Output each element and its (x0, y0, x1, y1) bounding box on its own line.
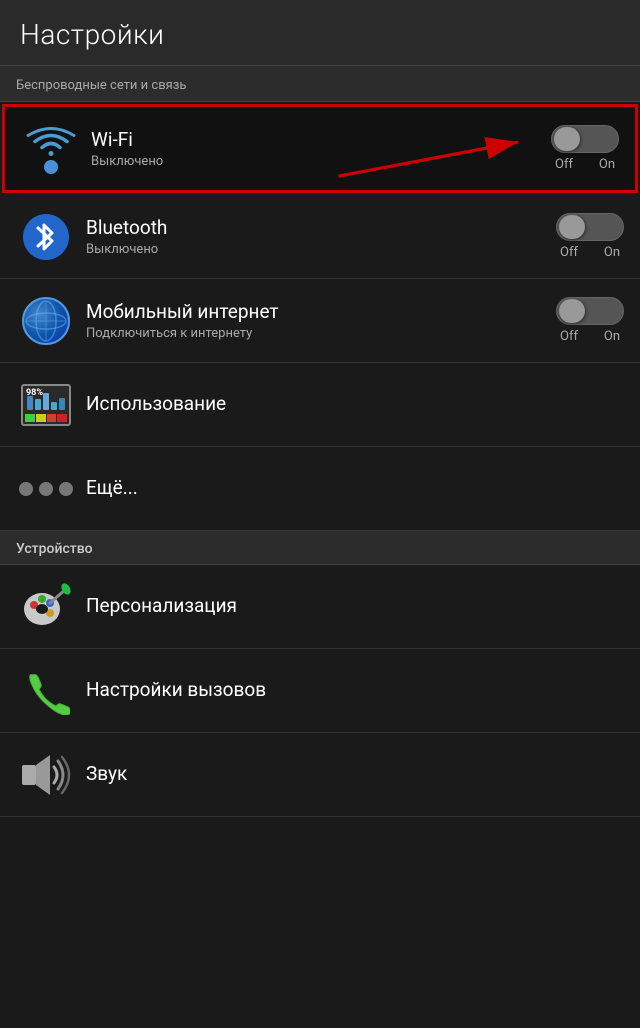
usage-icon-container: 98% (16, 377, 76, 432)
wifi-off-label: Off (555, 157, 573, 172)
mobile-internet-item[interactable]: Мобильный интернет Подключиться к интерн… (0, 279, 640, 363)
wifi-icon (26, 124, 76, 174)
mobile-on-label: On (604, 329, 620, 344)
bluetooth-icon (23, 214, 69, 260)
wireless-header-text: Беспроводные сети и связь (16, 78, 186, 93)
mobile-text-container: Мобильный интернет Подключиться к интерн… (86, 300, 546, 341)
page-title: Настройки (20, 18, 164, 51)
usage-title: Использование (86, 392, 624, 415)
wifi-subtitle: Выключено (91, 154, 541, 169)
personalization-icon-container (16, 579, 76, 634)
wifi-icon-container (21, 121, 81, 176)
mobile-subtitle: Подключиться к интернету (86, 326, 546, 341)
phone-icon (22, 667, 70, 715)
wifi-toggle-labels: Off On (551, 157, 619, 172)
sound-title: Звук (86, 762, 624, 785)
bluetooth-title: Bluetooth (86, 216, 546, 239)
mobile-toggle-switch[interactable] (556, 297, 624, 325)
bluetooth-text-container: Bluetooth Выключено (86, 216, 546, 257)
mobile-title: Мобильный интернет (86, 300, 546, 323)
bluetooth-item[interactable]: Bluetooth Выключено Off On (0, 195, 640, 279)
more-text-container: Ещё... (86, 476, 624, 502)
personalization-title: Персонализация (86, 594, 624, 617)
app-header: Настройки (0, 0, 640, 66)
call-settings-item[interactable]: Настройки вызовов (0, 649, 640, 733)
usage-text-container: Использование (86, 392, 624, 418)
wireless-section-header: Беспроводные сети и связь (0, 66, 640, 102)
usage-item[interactable]: 98% Использование (0, 363, 640, 447)
wifi-title: Wi-Fi (91, 128, 541, 151)
personalization-item[interactable]: Персонализация (0, 565, 640, 649)
bluetooth-subtitle: Выключено (86, 242, 546, 257)
bluetooth-toggle-switch[interactable] (556, 213, 624, 241)
more-title: Ещё... (86, 476, 624, 499)
wifi-text-container: Wi-Fi Выключено (91, 128, 541, 169)
app-container: Настройки Беспроводные сети и связь Wi-F… (0, 0, 640, 817)
personalization-text: Персонализация (86, 594, 624, 620)
call-icon-container (16, 663, 76, 718)
sound-text: Звук (86, 762, 624, 788)
mobile-off-label: Off (560, 329, 578, 344)
bluetooth-icon-container (16, 209, 76, 264)
more-dots-icon (19, 482, 73, 496)
sound-item[interactable]: Звук (0, 733, 640, 817)
more-item[interactable]: Ещё... (0, 447, 640, 531)
call-settings-text: Настройки вызовов (86, 678, 624, 704)
mobile-toggle[interactable]: Off On (556, 297, 624, 344)
bluetooth-off-label: Off (560, 245, 578, 260)
bluetooth-toggle-labels: Off On (556, 245, 624, 260)
wifi-toggle-switch[interactable] (551, 125, 619, 153)
wifi-item[interactable]: Wi-Fi Выключено Off On (2, 104, 638, 193)
globe-icon (22, 297, 70, 345)
mobile-toggle-labels: Off On (556, 329, 624, 344)
wifi-toggle[interactable]: Off On (551, 125, 619, 172)
sound-icon (20, 751, 72, 799)
usage-icon: 98% (21, 384, 71, 426)
bluetooth-on-label: On (604, 245, 620, 260)
wifi-dot (44, 160, 58, 174)
mobile-icon-container (16, 293, 76, 348)
call-settings-title: Настройки вызовов (86, 678, 624, 701)
device-section-header: Устройство (0, 531, 640, 565)
palette-icon (20, 581, 72, 633)
wifi-on-label: On (599, 157, 615, 172)
more-icon-container (16, 461, 76, 516)
device-header-text: Устройство (16, 541, 93, 557)
sound-icon-container (16, 747, 76, 802)
bluetooth-toggle[interactable]: Off On (556, 213, 624, 260)
